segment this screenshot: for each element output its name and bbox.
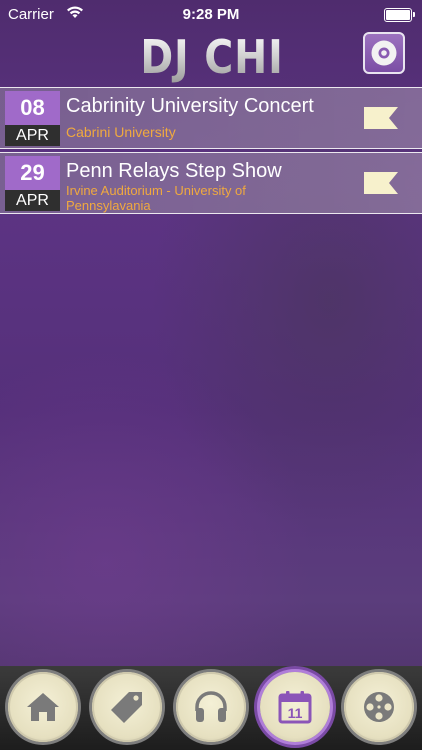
flag-icon[interactable] (364, 172, 398, 194)
film-reel-icon (364, 692, 394, 722)
calendar-day-number: 11 (288, 705, 303, 721)
tab-home[interactable] (8, 672, 78, 742)
disc-icon (371, 40, 397, 66)
headphones-icon (195, 691, 227, 722)
app-logo-title: DJ CHI ORIJI (102, 30, 322, 138)
calendar-icon: 11 (278, 691, 312, 724)
app-header: DJ CHI ORIJI (0, 28, 422, 138)
tab-tags[interactable] (92, 672, 162, 742)
event-day: 08 (5, 91, 60, 125)
clock: 9:28 PM (182, 6, 240, 23)
date-badge: 29 APR (5, 156, 60, 211)
event-title: Penn Relays Step Show (66, 160, 282, 182)
event-month: APR (5, 125, 60, 146)
tag-icon (111, 692, 142, 723)
flag-icon[interactable] (364, 107, 398, 129)
tab-music[interactable] (176, 672, 246, 742)
status-bar: Carrier 9:28 PM (0, 0, 422, 28)
event-list: 08 APR Cabrinity University Concert Cabr… (0, 87, 422, 217)
event-month: APR (5, 190, 60, 211)
music-disc-button[interactable] (363, 32, 405, 74)
event-title: Cabrinity University Concert (66, 95, 314, 117)
tab-videos[interactable] (344, 672, 414, 742)
tab-bar: 11 (0, 666, 422, 750)
battery-icon (384, 8, 415, 22)
event-row[interactable]: 29 APR Penn Relays Step Show Irvine Audi… (0, 152, 422, 214)
home-icon (27, 693, 59, 721)
event-day: 29 (5, 156, 60, 190)
event-venue: Irvine Auditorium - University of Pennsy… (66, 183, 246, 213)
event-venue: Cabrini University (66, 124, 176, 140)
date-badge: 08 APR (5, 91, 60, 146)
event-row[interactable]: 08 APR Cabrinity University Concert Cabr… (0, 87, 422, 149)
tab-events[interactable]: 11 (260, 672, 330, 742)
